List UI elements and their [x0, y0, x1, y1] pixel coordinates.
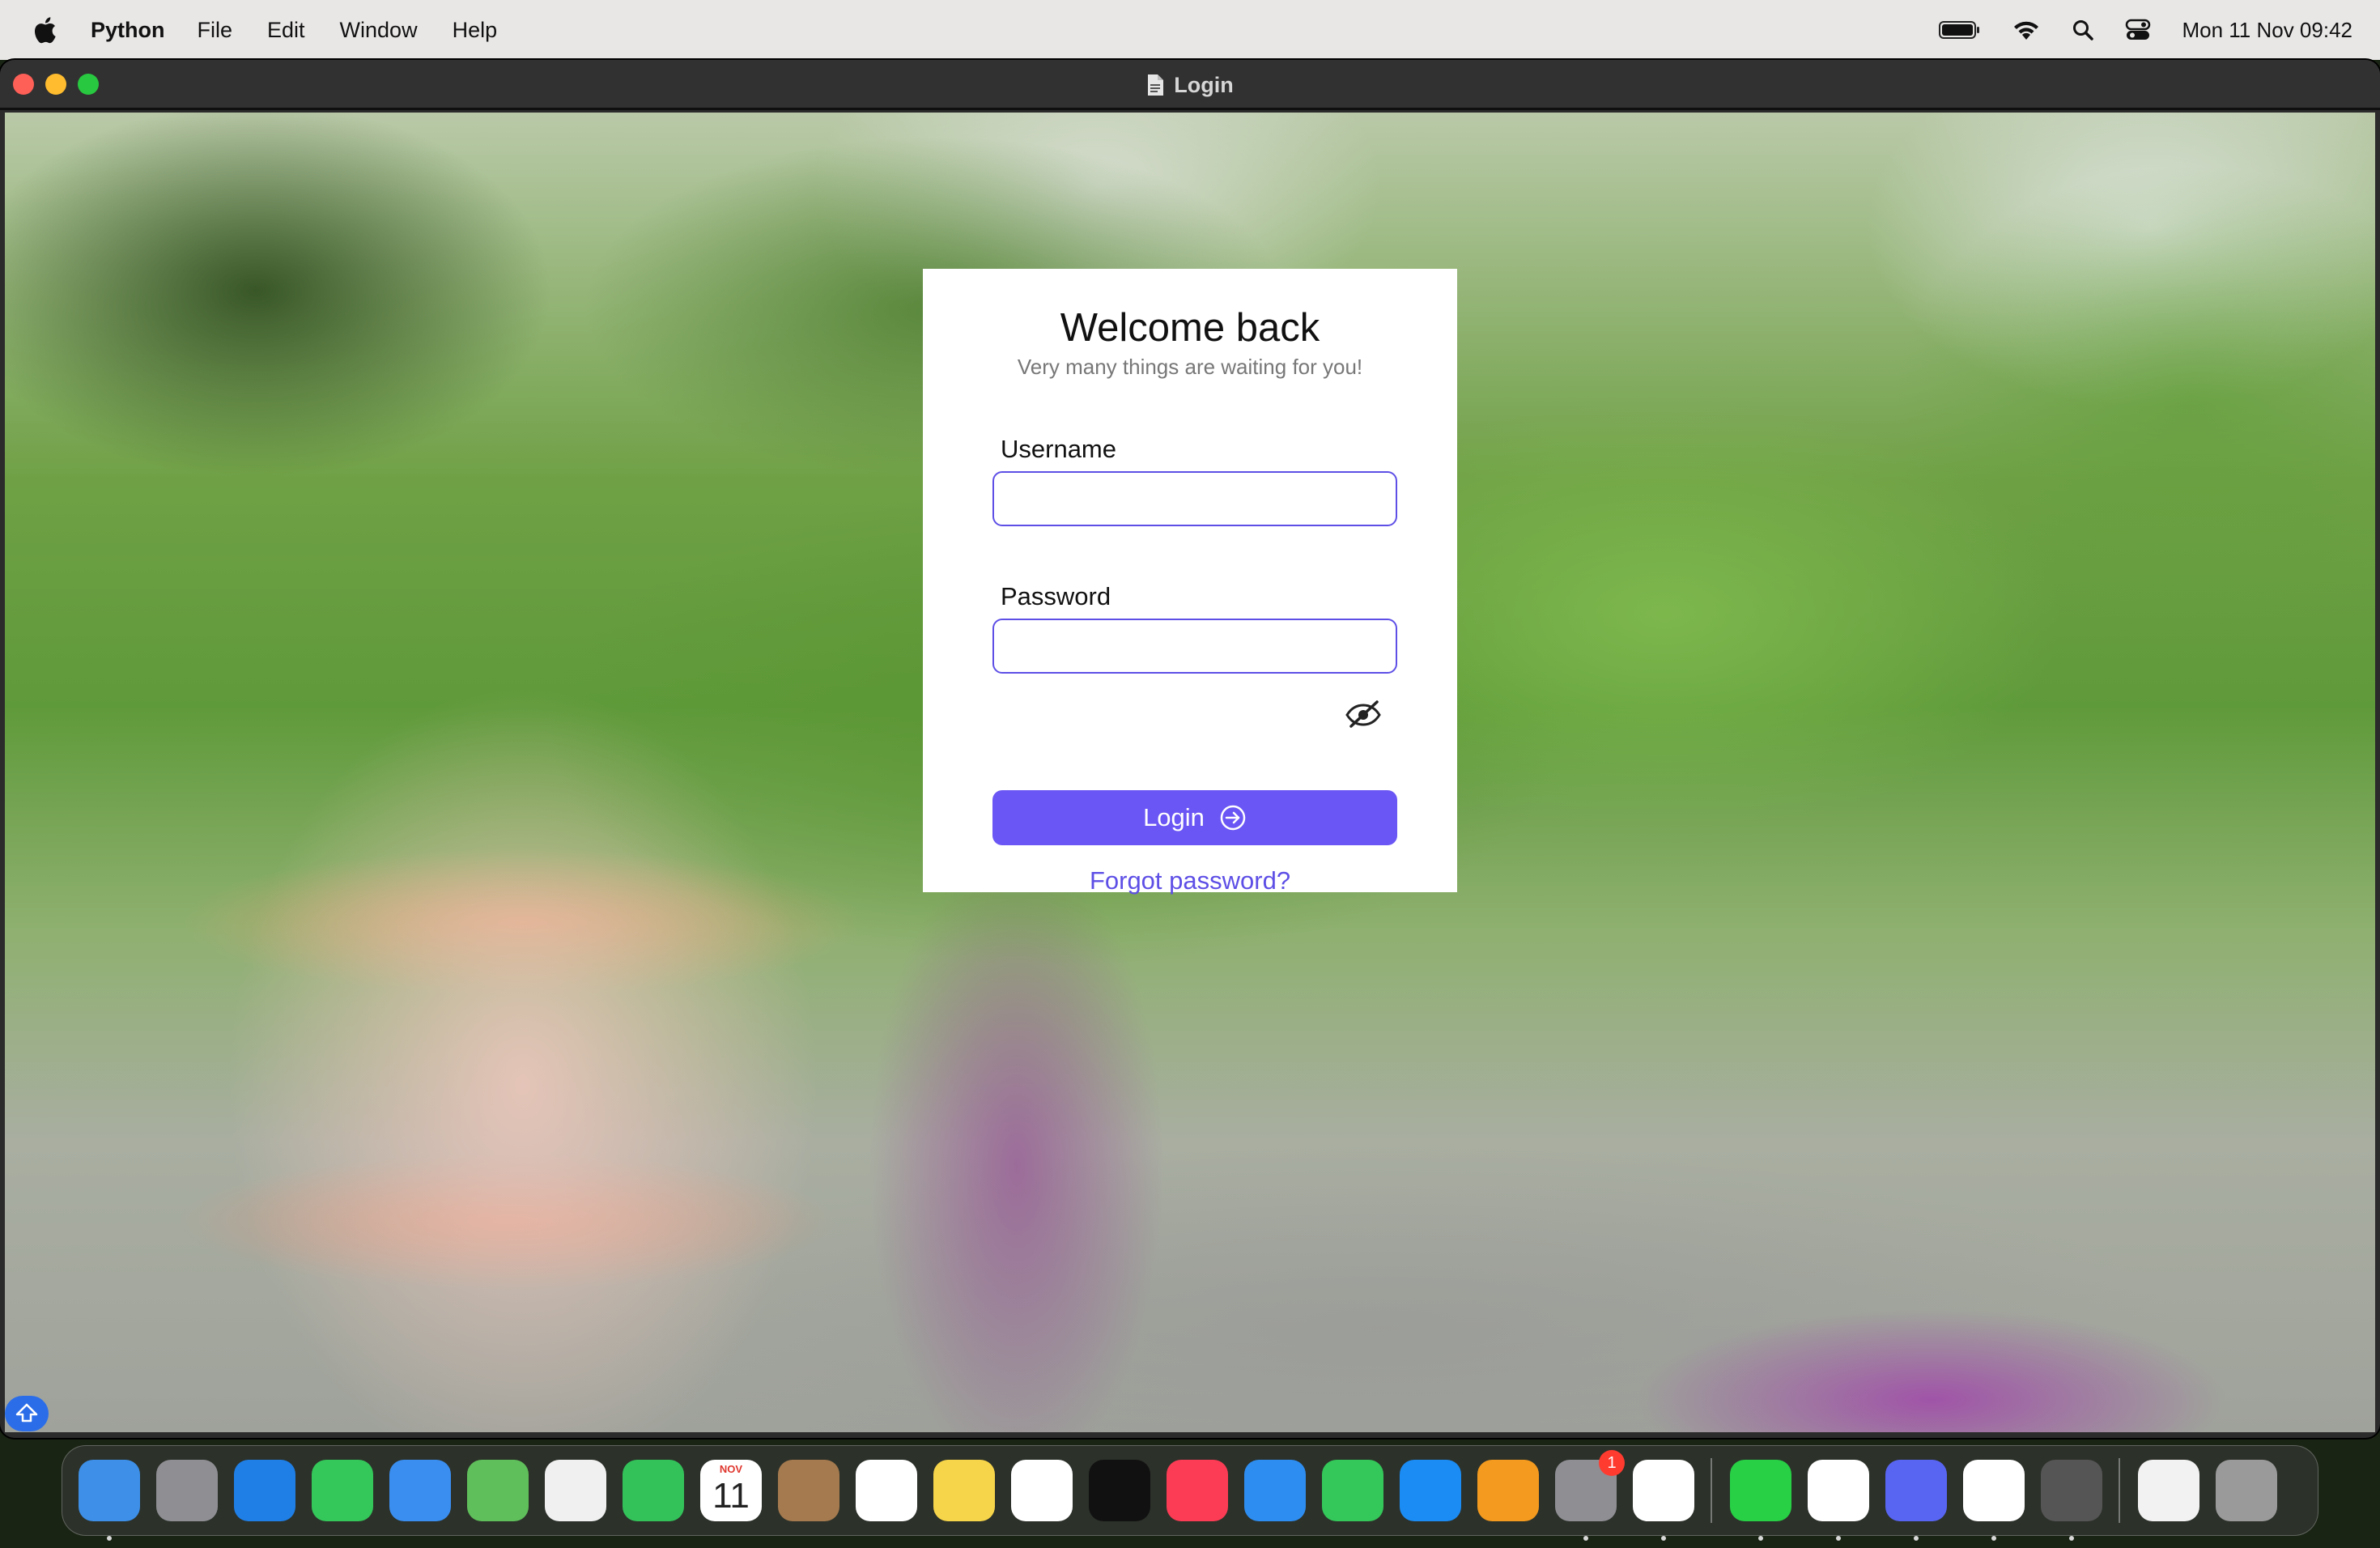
running-indicator [2069, 1536, 2074, 1541]
login-subtitle: Very many things are waiting for you! [1017, 355, 1363, 379]
apple-tv-icon[interactable] [1089, 1460, 1150, 1521]
system-settings-icon[interactable]: 1 [1555, 1450, 1625, 1541]
menu-window[interactable]: Window [340, 18, 418, 43]
password-input[interactable] [992, 619, 1397, 674]
login-card: Welcome back Very many things are waitin… [923, 269, 1457, 895]
calendar-month: NOV [719, 1463, 743, 1475]
numbers-icon[interactable] [1322, 1460, 1383, 1521]
messages-icon[interactable] [312, 1460, 373, 1521]
chrome-icon[interactable] [1633, 1460, 1694, 1541]
menu-file[interactable]: File [198, 18, 233, 43]
powerpoint-icon[interactable] [1963, 1460, 2025, 1541]
app-window: Login Welcome back Very many things are … [0, 60, 2380, 1438]
apple-menu-icon[interactable] [32, 16, 57, 44]
rocket-icon[interactable] [2041, 1460, 2102, 1541]
photos-icon[interactable] [545, 1460, 606, 1521]
hide-password-eye-icon[interactable] [1343, 697, 1383, 731]
pages-icon[interactable] [1477, 1460, 1539, 1521]
running-indicator [107, 1536, 112, 1541]
freeform-icon[interactable] [1011, 1460, 1073, 1521]
app-store-icon[interactable] [1400, 1460, 1461, 1521]
contacts-icon[interactable] [778, 1460, 839, 1521]
running-indicator [1991, 1536, 1996, 1541]
running-indicator [1836, 1536, 1841, 1541]
menu-edit[interactable]: Edit [267, 18, 305, 43]
finder-icon[interactable] [79, 1460, 140, 1541]
safari-icon[interactable] [234, 1460, 295, 1521]
document-icon[interactable] [2138, 1460, 2199, 1521]
notification-badge: 1 [1599, 1450, 1625, 1476]
control-center-icon[interactable] [2125, 19, 2151, 41]
trash-icon[interactable] [2216, 1460, 2277, 1521]
running-indicator [1661, 1536, 1666, 1541]
document-icon [1146, 74, 1164, 96]
calendar-icon[interactable]: NOV 11 [700, 1460, 762, 1521]
vscode-icon[interactable] [1808, 1460, 1869, 1541]
whatsapp-icon[interactable] [1730, 1460, 1791, 1541]
spotlight-search-icon[interactable] [2072, 19, 2094, 41]
maps-icon[interactable] [467, 1460, 529, 1521]
notes-icon[interactable] [933, 1460, 995, 1521]
blurred-background: Welcome back Very many things are waitin… [5, 113, 2375, 1432]
forgot-password-link[interactable]: Forgot password? [923, 866, 1457, 895]
window-title-bar[interactable]: Login [0, 60, 2380, 110]
password-label: Password [1001, 582, 1111, 610]
username-input[interactable] [992, 471, 1397, 526]
dock-separator [2119, 1458, 2120, 1523]
login-title: Welcome back [1060, 306, 1320, 350]
window-title: Login [0, 60, 2380, 110]
login-button[interactable]: Login [992, 790, 1397, 845]
username-label: Username [1001, 435, 1116, 463]
reminders-icon[interactable] [856, 1460, 917, 1521]
running-indicator [1914, 1536, 1919, 1541]
upload-icon[interactable] [5, 1396, 49, 1431]
battery-icon[interactable] [1939, 20, 1981, 40]
window-title-text: Login [1174, 72, 1234, 97]
launchpad-icon[interactable] [156, 1460, 218, 1521]
music-icon[interactable] [1167, 1460, 1228, 1521]
menu-bar: Python File Edit Window Help Mon 11 Nov … [0, 0, 2380, 60]
running-indicator [1758, 1536, 1763, 1541]
calendar-day: 11 [712, 1476, 750, 1516]
login-button-label: Login [1143, 803, 1205, 831]
menu-help[interactable]: Help [453, 18, 498, 43]
facetime-icon[interactable] [623, 1460, 684, 1521]
arrow-right-circle-icon [1219, 804, 1247, 831]
dock: NOV 11 1 [62, 1445, 2318, 1541]
discord-icon[interactable] [1885, 1460, 1947, 1541]
menu-app-name[interactable]: Python [91, 18, 165, 43]
keynote-icon[interactable] [1244, 1460, 1306, 1521]
mail-icon[interactable] [389, 1460, 451, 1521]
dock-separator [1711, 1458, 1712, 1523]
menu-bar-clock[interactable]: Mon 11 Nov 09:42 [2182, 18, 2352, 43]
running-indicator [1583, 1536, 1588, 1541]
wifi-icon[interactable] [2012, 19, 2041, 41]
